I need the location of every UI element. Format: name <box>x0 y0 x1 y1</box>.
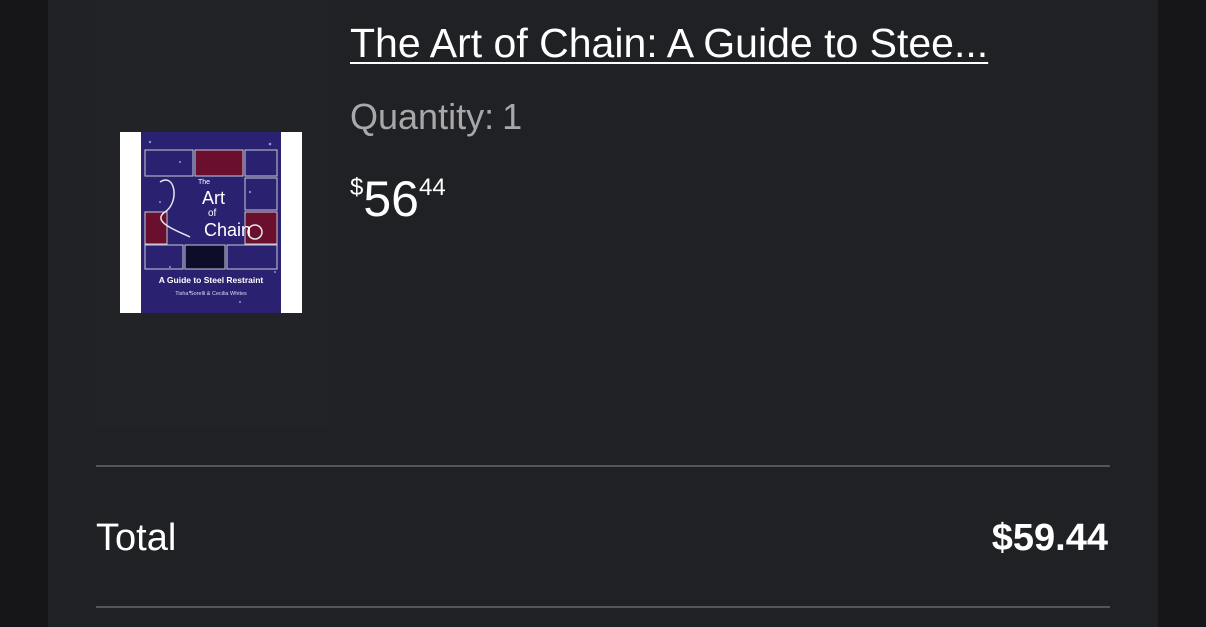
product-cover-image[interactable]: The Art of Chain A Guide to Steel Restra… <box>120 132 302 313</box>
svg-text:of: of <box>208 208 217 219</box>
svg-text:A Guide to Steel Restraint: A Guide to Steel Restraint <box>159 275 264 285</box>
order-summary-page: The Art of Chain A Guide to Steel Restra… <box>0 0 1206 627</box>
quantity-value: 1 <box>502 96 523 137</box>
total-label: Total <box>96 517 177 559</box>
divider <box>96 465 1110 467</box>
price-whole: 56 <box>363 171 419 227</box>
total-value: $59.44 <box>991 517 1108 559</box>
book-cover-illustration: The Art of Chain A Guide to Steel Restra… <box>141 132 281 313</box>
price-fraction: 44 <box>418 174 446 201</box>
svg-text:Tisha Sorelli & Cecilia Whites: Tisha Sorelli & Cecilia Whites <box>175 291 247 297</box>
svg-text:The: The <box>198 179 210 186</box>
quantity-label: Quantity: <box>350 96 495 137</box>
price-currency-symbol: $ <box>350 174 364 201</box>
svg-text:Art: Art <box>202 188 225 208</box>
product-title-link[interactable]: The Art of Chain: A Guide to Stee... <box>350 20 988 67</box>
quantity-line: Quantity: 1 <box>350 96 522 138</box>
item-price: $5644 <box>350 170 446 228</box>
svg-text:Chain: Chain <box>204 220 251 240</box>
divider <box>96 606 1110 608</box>
